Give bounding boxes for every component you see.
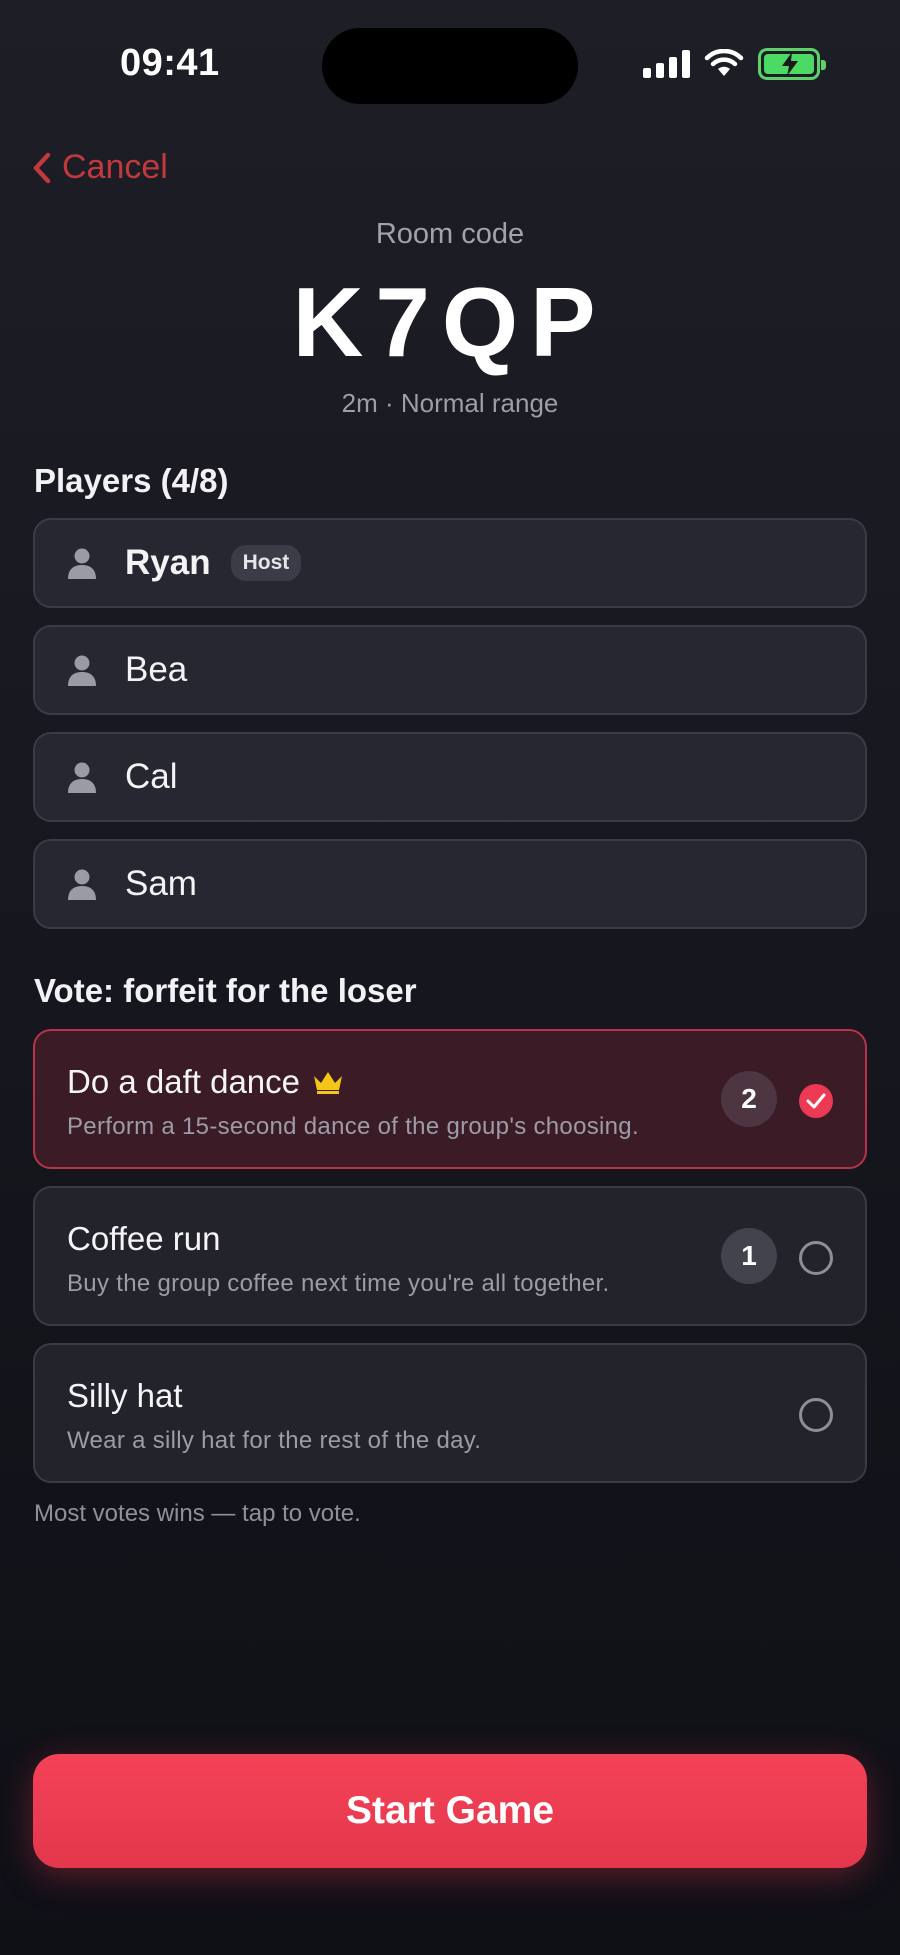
status-icons	[643, 48, 826, 80]
player-name: Bea	[125, 650, 188, 689]
vote-option-coffee-run[interactable]: Coffee run Buy the group coffee next tim…	[33, 1186, 867, 1326]
person-icon	[68, 655, 96, 686]
option-description: Wear a silly hat for the rest of the day…	[67, 1427, 482, 1454]
vote-radio[interactable]	[799, 1398, 833, 1432]
player-list: Ryan Host Bea Cal Sam	[33, 518, 867, 946]
vote-radio-checked[interactable]	[799, 1084, 833, 1118]
cellular-signal-icon	[643, 50, 690, 78]
option-title: Coffee run	[67, 1220, 221, 1257]
room-code-label: Room code	[375, 218, 525, 250]
player-name: Cal	[125, 757, 178, 796]
status-bar: 09:41	[0, 0, 900, 130]
status-time: 09:41	[120, 42, 220, 84]
vote-option-list: Do a daft dance Perform a 15-second danc…	[33, 1029, 867, 1500]
player-row: Sam	[33, 839, 867, 929]
cancel-label: Cancel	[62, 148, 168, 186]
dynamic-island	[322, 28, 578, 104]
player-name: Ryan	[125, 543, 211, 582]
vote-option-silly-hat[interactable]: Silly hat Wear a silly hat for the rest …	[33, 1343, 867, 1483]
room-meta: 2m · Normal range	[341, 388, 559, 418]
person-icon	[68, 762, 96, 793]
player-row: Bea	[33, 625, 867, 715]
chevron-left-icon	[33, 152, 51, 183]
vote-radio[interactable]	[799, 1241, 833, 1275]
option-title: Do a daft dance	[67, 1063, 300, 1100]
crown-icon	[314, 1072, 342, 1094]
person-icon	[68, 548, 96, 579]
wifi-icon	[704, 49, 744, 76]
option-title: Silly hat	[67, 1377, 183, 1414]
vote-option-daft-dance[interactable]: Do a daft dance Perform a 15-second danc…	[33, 1029, 867, 1169]
vote-hint: Most votes wins — tap to vote.	[34, 1500, 361, 1527]
option-title-row: Silly hat	[67, 1377, 865, 1415]
players-title: Players (4/8)	[34, 462, 229, 499]
start-game-button[interactable]: Start Game	[33, 1754, 867, 1868]
person-icon	[68, 869, 96, 900]
checkmark-icon	[806, 1093, 826, 1109]
player-row: Ryan Host	[33, 518, 867, 608]
vote-count-badge: 1	[721, 1228, 777, 1284]
room-code: K7QP	[292, 267, 608, 377]
battery-charging-icon	[758, 48, 826, 80]
vote-count-badge: 2	[721, 1071, 777, 1127]
player-row: Cal	[33, 732, 867, 822]
vote-title: Vote: forfeit for the loser	[34, 972, 417, 1009]
host-badge: Host	[230, 545, 302, 581]
cancel-button[interactable]: Cancel	[32, 148, 168, 187]
player-name: Sam	[125, 864, 197, 903]
